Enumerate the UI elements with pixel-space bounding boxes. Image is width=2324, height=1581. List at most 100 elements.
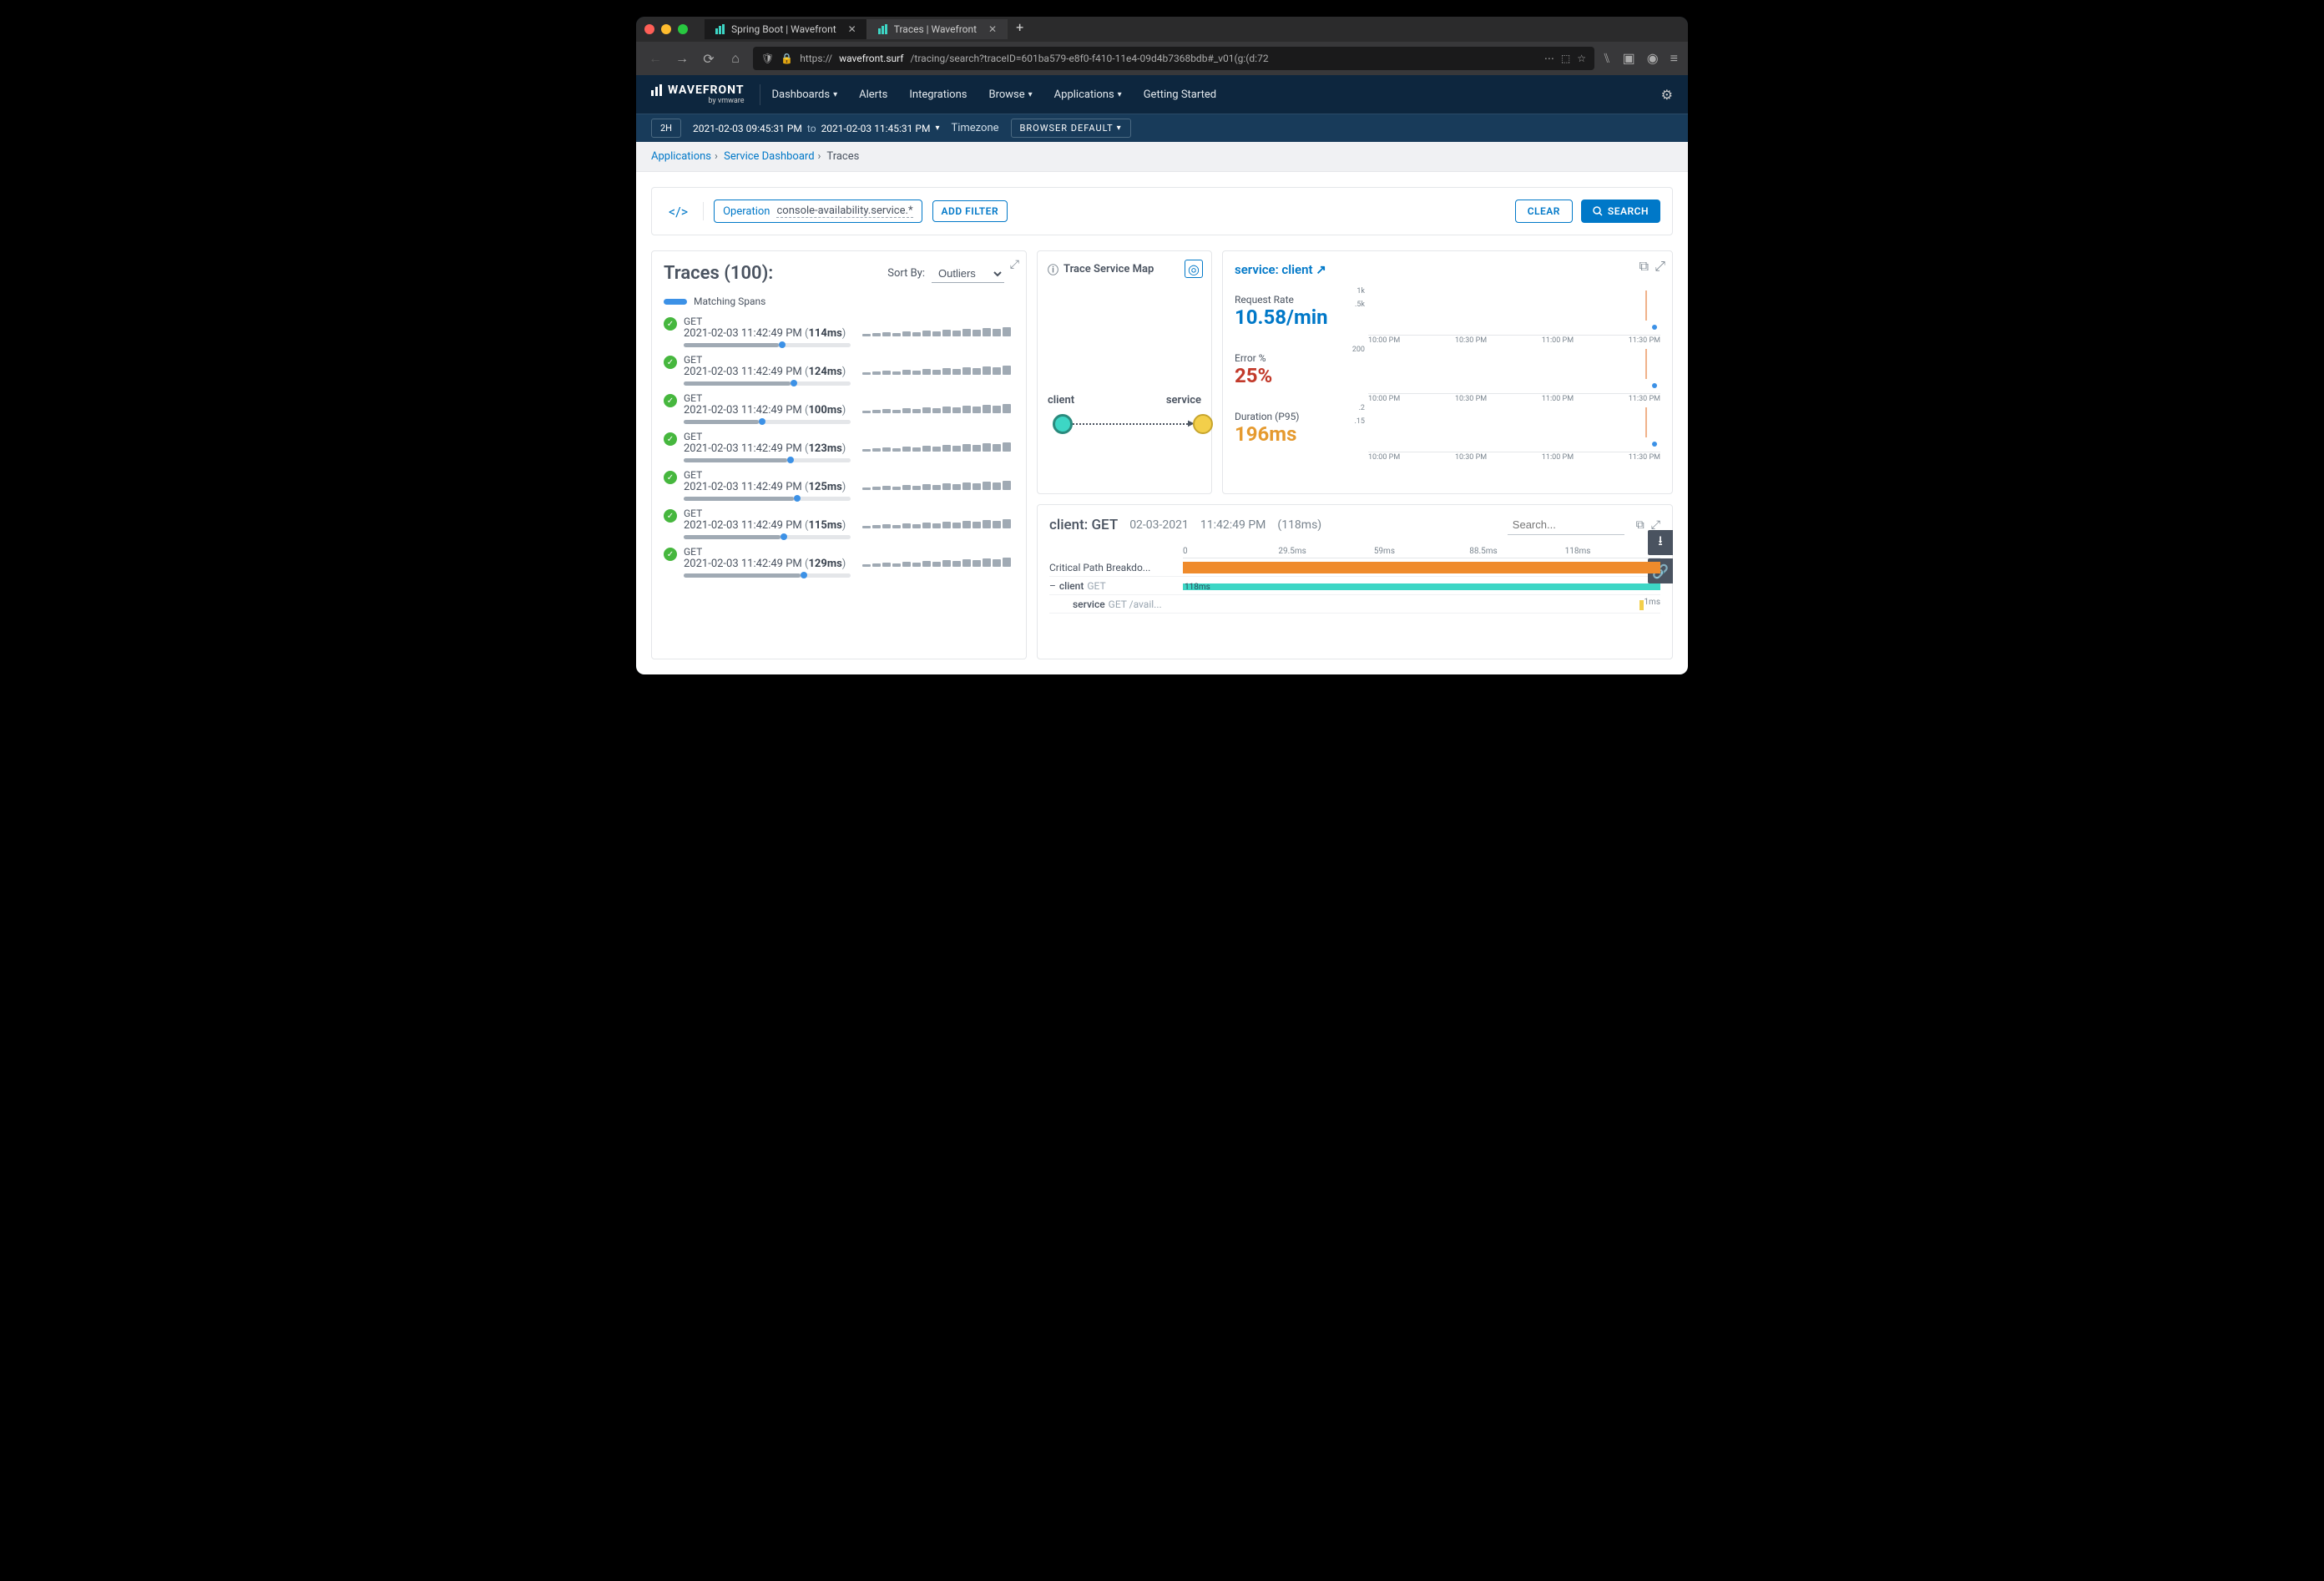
nav-dashboards[interactable]: Dashboards▾ — [772, 88, 838, 101]
trace-progress-bar — [684, 420, 851, 424]
copy-icon[interactable]: ⧉ — [1639, 258, 1649, 275]
filter-chip-operation[interactable]: Operation console-availability.service.* — [714, 200, 922, 223]
stat-label: Error % — [1235, 352, 1343, 364]
more-url-icon[interactable]: ⋯ — [1544, 53, 1554, 64]
crumb-service-dashboard[interactable]: Service Dashboard — [724, 150, 814, 163]
reader-icon[interactable]: ⬚ — [1561, 53, 1570, 64]
add-filter-button[interactable]: ADD FILTER — [932, 200, 1008, 222]
shield-icon[interactable]: 🛡 — [761, 53, 774, 64]
browser-tab[interactable]: Traces | Wavefront ✕ — [867, 19, 1008, 39]
brand-text: WAVEFRONT — [668, 84, 745, 96]
nav-getting-started[interactable]: Getting Started — [1144, 88, 1216, 101]
lock-icon[interactable]: 🔒 — [781, 53, 793, 64]
url-bar: ← → ⟳ ⌂ 🛡 🔒 https://wavefront.surf/traci… — [636, 42, 1688, 75]
trace-timestamp: 2021-02-03 11:42:49 PM — [684, 327, 802, 340]
home-icon[interactable]: ⌂ — [726, 49, 745, 68]
nav-integrations[interactable]: Integrations — [909, 88, 967, 101]
star-icon[interactable]: ☆ — [1577, 53, 1586, 64]
app-frame: WAVEFRONT by vmware Dashboards▾ Alerts I… — [636, 75, 1688, 674]
crumb-applications[interactable]: Applications — [651, 150, 711, 163]
gantt-time: 11:42:49 PM — [1200, 518, 1266, 532]
url-prefix: https:// — [800, 53, 832, 64]
trace-item[interactable]: ✓ GET 2021-02-03 11:42:49 PM (100ms) — [664, 392, 1011, 424]
library-icon[interactable]: ⑊ — [1603, 50, 1611, 67]
map-node-client[interactable] — [1053, 414, 1073, 434]
stats-title[interactable]: service: client ↗ — [1235, 262, 1326, 277]
gantt-duration: (118ms) — [1277, 518, 1321, 532]
close-window-icon[interactable] — [644, 24, 654, 34]
trace-item[interactable]: ✓ GET 2021-02-03 11:42:49 PM (115ms) — [664, 508, 1011, 539]
trace-duration: 114ms — [808, 327, 841, 340]
time-from: 2021-02-03 09:45:31 PM — [693, 123, 802, 134]
trace-method: GET — [684, 354, 1011, 366]
gantt-row[interactable]: Critical Path Breakdo... — [1049, 558, 1660, 577]
status-ok-icon: ✓ — [664, 432, 677, 446]
service-map-canvas[interactable]: client service ▶ — [1048, 277, 1201, 499]
tab-close-icon[interactable]: ✕ — [988, 23, 997, 35]
sidebar-icon[interactable]: ▣ — [1623, 50, 1635, 67]
gantt-body: 029.5ms59ms88.5ms118ms Critical Path Bre… — [1049, 547, 1660, 614]
sort-select[interactable]: Outliers — [932, 265, 1004, 283]
map-node-service[interactable] — [1193, 414, 1213, 434]
gantt-title: client: GET — [1049, 517, 1118, 533]
forward-icon[interactable]: → — [673, 49, 691, 68]
nav-applications[interactable]: Applications▾ — [1054, 88, 1122, 101]
reload-icon[interactable]: ⟳ — [700, 49, 718, 68]
trace-item[interactable]: ✓ GET 2021-02-03 11:42:49 PM (129ms) — [664, 546, 1011, 578]
stat-value: 10.58/min — [1235, 306, 1343, 329]
time-preset-button[interactable]: 2H — [651, 119, 681, 138]
code-toggle-icon[interactable]: </> — [664, 204, 693, 220]
trace-item[interactable]: ✓ GET 2021-02-03 11:42:49 PM (114ms) — [664, 316, 1011, 347]
account-icon[interactable]: ◉ — [1647, 50, 1659, 67]
trace-method: GET — [684, 508, 1011, 519]
stat-label: Duration (P95) — [1235, 411, 1343, 422]
settings-gear-icon[interactable]: ⚙ — [1661, 87, 1673, 103]
clear-button[interactable]: CLEAR — [1515, 200, 1573, 223]
nav-alerts[interactable]: Alerts — [859, 88, 887, 101]
trace-duration: 124ms — [808, 366, 841, 378]
trace-list[interactable]: ✓ GET 2021-02-03 11:42:49 PM (114ms) ✓ G… — [664, 316, 1019, 646]
gantt-search-input[interactable] — [1508, 515, 1624, 535]
time-range-picker[interactable]: 2021-02-03 09:45:31 PM to 2021-02-03 11:… — [693, 123, 939, 134]
maximize-window-icon[interactable] — [678, 24, 688, 34]
search-button[interactable]: SEARCH — [1581, 200, 1660, 223]
gantt-row[interactable]: service GET /avail... 1ms — [1049, 595, 1660, 614]
trace-duration: 100ms — [808, 404, 841, 417]
trace-method: GET — [684, 431, 1011, 442]
download-icon[interactable]: ⭳ — [1648, 530, 1673, 555]
trace-timestamp: 2021-02-03 11:42:49 PM — [684, 558, 802, 570]
gantt-row[interactable]: – client GET 118ms — [1049, 577, 1660, 595]
minimize-window-icon[interactable] — [661, 24, 671, 34]
mini-chart[interactable]: 1k.5k 10:00 PM10:30 PM11:00 PM11:30 PM — [1368, 287, 1660, 336]
wavefront-favicon-icon — [877, 23, 889, 35]
url-input[interactable]: 🛡 🔒 https://wavefront.surf/tracing/searc… — [753, 47, 1594, 70]
back-icon[interactable]: ← — [646, 49, 664, 68]
tz-select[interactable]: BROWSER DEFAULT▾ — [1011, 119, 1131, 138]
tab-title: Spring Boot | Wavefront — [731, 23, 836, 35]
brand-logo[interactable]: WAVEFRONT by vmware — [651, 84, 760, 105]
trace-item[interactable]: ✓ GET 2021-02-03 11:42:49 PM (124ms) — [664, 354, 1011, 386]
expand-panel-icon[interactable]: ⤢ — [1655, 258, 1665, 275]
status-ok-icon: ✓ — [664, 509, 677, 523]
stat-row: Request Rate 10.58/min 1k.5k 10:00 PM10:… — [1235, 287, 1660, 336]
browser-tab[interactable]: Spring Boot | Wavefront ✕ — [705, 19, 867, 39]
expand-panel-icon[interactable]: ⤢ — [1010, 258, 1019, 271]
mini-chart[interactable]: 200 10:00 PM10:30 PM11:00 PM11:30 PM — [1368, 346, 1660, 394]
nav-browse[interactable]: Browse▾ — [988, 88, 1032, 101]
map-edge — [1073, 423, 1195, 425]
traffic-lights — [644, 24, 688, 34]
menu-icon[interactable]: ≡ — [1670, 50, 1678, 67]
new-tab-button[interactable]: + — [1008, 19, 1032, 39]
filter-chip-key: Operation — [723, 205, 770, 218]
tab-close-icon[interactable]: ✕ — [848, 23, 856, 35]
info-icon[interactable]: ⓘ — [1048, 261, 1058, 277]
status-ok-icon: ✓ — [664, 471, 677, 484]
trace-item[interactable]: ✓ GET 2021-02-03 11:42:49 PM (123ms) — [664, 431, 1011, 462]
focus-crosshair-icon[interactable]: ◎ — [1185, 260, 1203, 278]
copy-icon[interactable]: ⧉ — [1636, 518, 1644, 532]
mini-chart[interactable]: .2.15 10:00 PM10:30 PM11:00 PM11:30 PM — [1368, 404, 1660, 452]
gantt-ruler: 029.5ms59ms88.5ms118ms — [1183, 547, 1660, 558]
gantt-row-label: service GET /avail... — [1049, 599, 1183, 610]
trace-timestamp: 2021-02-03 11:42:49 PM — [684, 404, 802, 417]
trace-item[interactable]: ✓ GET 2021-02-03 11:42:49 PM (125ms) — [664, 469, 1011, 501]
